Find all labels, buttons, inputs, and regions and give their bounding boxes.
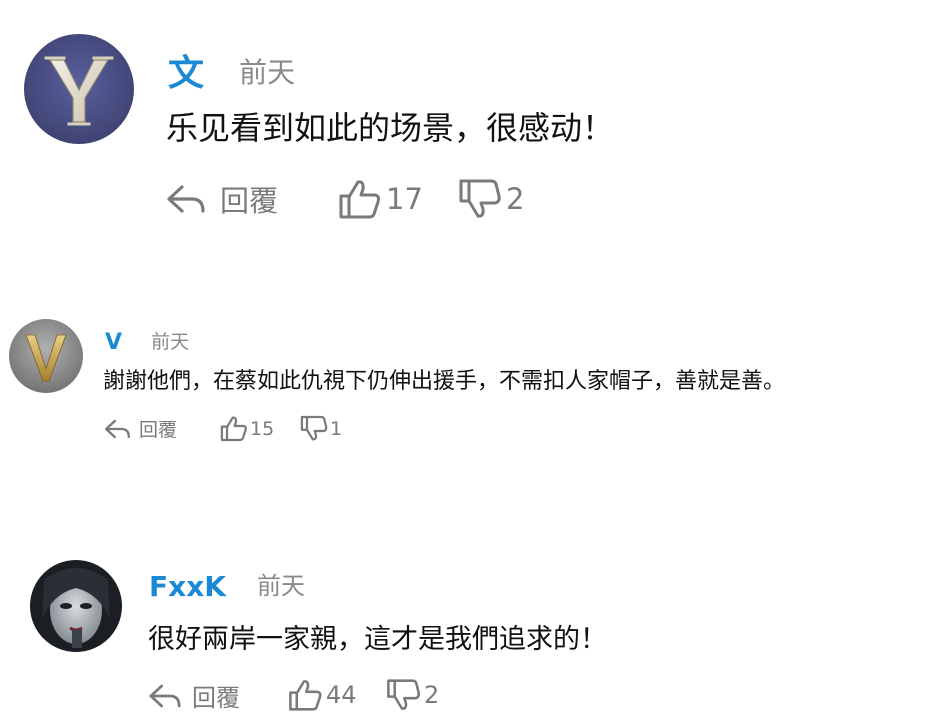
comment-text: 很好兩岸一家親，這才是我們追求的！ [148, 624, 607, 655]
reply-icon [167, 185, 205, 213]
comment-item: V 前天 謝謝他們，在蔡如此仇視下仍伸出援手，不需扣人家帽子，善就是善。 回覆 … [0, 300, 926, 500]
thumbs-up-icon [220, 416, 247, 442]
thumbs-down-icon [387, 679, 421, 710]
thumbs-down-icon [300, 415, 328, 441]
dislike-button[interactable]: 2 [458, 178, 524, 220]
like-count: 15 [250, 417, 275, 440]
timestamp: 前天 [239, 56, 296, 89]
reply-button[interactable]: 回覆 [166, 178, 278, 220]
avatar[interactable] [9, 319, 83, 393]
reply-button[interactable]: 回覆 [148, 678, 240, 713]
like-count: 17 [386, 182, 423, 216]
reply-label: 回覆 [220, 184, 279, 218]
avatar-y-image [24, 34, 134, 144]
username[interactable]: FxxK [149, 570, 226, 603]
timestamp: 前天 [257, 572, 306, 600]
comment-text: 乐见看到如此的场景，很感动！ [166, 109, 615, 147]
comment-meta: FxxK 前天 [149, 568, 305, 603]
avatar-v-image [9, 319, 83, 393]
reply-button[interactable]: 回覆 [104, 415, 177, 442]
reply-label: 回覆 [192, 684, 240, 712]
dislike-button[interactable]: 2 [386, 678, 439, 712]
avatar[interactable] [30, 560, 122, 652]
dislike-count: 1 [330, 417, 343, 440]
comment-actions: 回覆 17 2 [166, 178, 566, 222]
username[interactable]: V [105, 330, 122, 355]
like-button[interactable]: 44 [288, 678, 357, 712]
comment-item: 文 前天 乐见看到如此的场景，很感动！ 回覆 17 2 [0, 0, 926, 260]
timestamp: 前天 [151, 331, 190, 353]
dislike-count: 2 [424, 681, 440, 709]
avatar-portrait-image [30, 560, 122, 652]
comment-meta: 文 前天 [168, 44, 295, 96]
username[interactable]: 文 [168, 44, 204, 96]
thumbs-down-icon [459, 179, 501, 218]
thumbs-up-icon [339, 180, 381, 219]
comment-meta: V 前天 [105, 328, 189, 355]
dislike-count: 2 [506, 182, 525, 216]
comment-actions: 回覆 44 2 [148, 678, 478, 712]
like-button[interactable]: 17 [338, 178, 423, 220]
dislike-button[interactable]: 1 [300, 415, 342, 442]
reply-icon [149, 684, 181, 707]
comment-item: FxxK 前天 很好兩岸一家親，這才是我們追求的！ 回覆 44 2 [0, 540, 926, 723]
like-button[interactable]: 15 [220, 415, 274, 442]
reply-label: 回覆 [139, 419, 178, 441]
thumbs-up-icon [289, 680, 322, 711]
comment-text: 謝謝他們，在蔡如此仇視下仍伸出援手，不需扣人家帽子，善就是善。 [103, 369, 786, 394]
like-count: 44 [326, 681, 357, 709]
comment-actions: 回覆 15 1 [104, 415, 404, 443]
reply-icon [105, 419, 130, 438]
avatar[interactable] [24, 34, 134, 144]
